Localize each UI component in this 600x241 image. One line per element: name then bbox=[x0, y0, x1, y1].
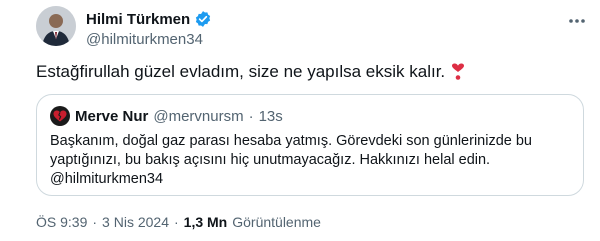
views-label: Görüntülenme bbox=[232, 214, 321, 230]
quote-author-name[interactable]: Merve Nur bbox=[75, 108, 148, 125]
tweet-meta: ÖS 9:39 · 3 Nis 2024 · 1,3 Mn Görüntülen… bbox=[36, 214, 321, 230]
meta-separator: · bbox=[92, 214, 98, 230]
tweet-time[interactable]: ÖS 9:39 bbox=[36, 214, 87, 230]
quoted-tweet[interactable]: Merve Nur @mervnursm · 13s Başkanım, doğ… bbox=[36, 94, 584, 196]
tweet-body: Estağfirullah güzel evladım, size ne yap… bbox=[36, 62, 465, 82]
quote-text: Başkanım, doğal gaz parası hesaba yatmış… bbox=[50, 133, 532, 187]
red-heart-exclamation-icon bbox=[451, 63, 465, 81]
profile-photo-icon bbox=[36, 6, 76, 46]
quote-timestamp[interactable]: 13s bbox=[259, 108, 283, 125]
views-count[interactable]: 1,3 Mn bbox=[184, 214, 228, 230]
quote-author-handle[interactable]: @mervnursm bbox=[153, 108, 243, 125]
author-avatar[interactable] bbox=[36, 6, 76, 46]
tweet-date[interactable]: 3 Nis 2024 bbox=[102, 214, 169, 230]
quote-header: Merve Nur @mervnursm · 13s bbox=[50, 106, 283, 126]
author-handle[interactable]: @hilmiturkmen34 bbox=[86, 31, 212, 48]
author-name[interactable]: Hilmi Türkmen bbox=[86, 11, 190, 28]
broken-heart-icon bbox=[53, 110, 67, 122]
verified-badge-icon[interactable] bbox=[194, 10, 212, 28]
quote-separator: · bbox=[248, 107, 254, 125]
tweet-text: Estağfirullah güzel evladım, size ne yap… bbox=[36, 62, 446, 81]
quote-avatar[interactable] bbox=[50, 106, 70, 126]
more-horizontal-icon[interactable] bbox=[566, 10, 588, 32]
author-block: Hilmi Türkmen @hilmiturkmen34 bbox=[86, 9, 212, 48]
meta-separator: · bbox=[173, 214, 179, 230]
